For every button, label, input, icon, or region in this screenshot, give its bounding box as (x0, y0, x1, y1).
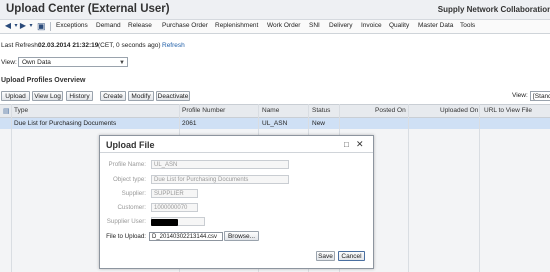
supplier-user-label: Supplier User: (106, 218, 146, 225)
col-profile-number[interactable]: Profile Number (182, 107, 225, 114)
dialog-title: Upload File (106, 140, 155, 150)
column-divider (408, 104, 409, 272)
save-icon[interactable]: ▣ (37, 22, 46, 31)
modify-button[interactable]: Modify (128, 91, 154, 101)
redaction-mark (151, 219, 178, 226)
last-refresh-label: Last Refresh: (1, 42, 40, 49)
profile-name-field: UL_ASN (151, 160, 289, 169)
menu-demand[interactable]: Demand (96, 22, 121, 29)
profile-name-label: Profile Name: (108, 161, 146, 168)
history-button[interactable]: History (66, 91, 93, 101)
menu-work-order[interactable]: Work Order (267, 22, 300, 29)
menu-dropdown-icon[interactable]: ▾ (27, 22, 35, 30)
view-select[interactable]: Own Data ▼ (18, 57, 128, 67)
table-header: ▤ Type Profile Number Name Status Posted… (0, 104, 550, 118)
column-divider (11, 104, 12, 272)
col-url[interactable]: URL to View File (484, 107, 532, 114)
close-icon[interactable]: ✕ (356, 140, 364, 149)
menu-delivery[interactable]: Delivery (329, 22, 352, 29)
last-refresh-value: 02.03.2014 21:32:19 (38, 42, 99, 49)
cell-status: New (312, 119, 326, 127)
col-posted-on[interactable]: Posted On (375, 107, 406, 114)
file-to-upload-field[interactable]: D_20140302213144.csv (149, 232, 223, 241)
upload-file-dialog: Upload File □ ✕ Profile Name: UL_ASN Obj… (99, 135, 374, 269)
customer-field: 1000000070 (151, 203, 198, 212)
supplier-field: SUPPLIER (151, 189, 198, 198)
upload-button[interactable]: Upload (1, 91, 30, 101)
col-type[interactable]: Type (14, 107, 28, 114)
col-name[interactable]: Name (262, 107, 279, 114)
view-label: View: (1, 59, 17, 66)
save-button[interactable]: Save (316, 251, 335, 261)
deactivate-button[interactable]: Deactivate (156, 91, 190, 101)
cell-type: Due List for Purchasing Documents (14, 119, 117, 127)
section-title: Upload Profiles Overview (1, 77, 86, 84)
col-status[interactable]: Status (312, 107, 330, 114)
cell-name: UL_ASN (262, 119, 288, 127)
cell-profile-number: 2061 (182, 119, 197, 127)
customer-label: Customer: (117, 204, 146, 211)
menu-separator (50, 22, 51, 31)
table-settings-icon[interactable]: ▤ (3, 107, 10, 115)
menu-purchase-order[interactable]: Purchase Order (162, 22, 208, 29)
menu-sni[interactable]: SNI (309, 22, 320, 29)
object-type-label: Object type: (112, 176, 146, 183)
brand-label: Supply Network Collaboration (437, 5, 550, 14)
refresh-link[interactable]: Refresh (162, 42, 185, 49)
table-view-select[interactable]: [Standard] (530, 91, 550, 101)
menu-tools[interactable]: Tools (460, 22, 475, 29)
maximize-icon[interactable]: □ (344, 140, 349, 149)
table-row[interactable]: Due List for Purchasing Documents 2061 U… (0, 118, 550, 129)
view-log-button[interactable]: View Log (32, 91, 63, 101)
menu-invoice[interactable]: Invoice (361, 22, 382, 29)
cancel-button[interactable]: Cancel (338, 251, 365, 261)
menu-master-data[interactable]: Master Data (418, 22, 453, 29)
col-uploaded-on[interactable]: Uploaded On (440, 107, 478, 114)
menu-exceptions[interactable]: Exceptions (56, 22, 88, 29)
window-title: Upload Center (External User) (6, 3, 170, 15)
supplier-label: Supplier: (121, 190, 146, 197)
menu-quality[interactable]: Quality (389, 22, 409, 29)
last-refresh-tz: (CET, 0 seconds ago) (98, 42, 161, 49)
view-select-value: Own Data (22, 59, 51, 66)
file-to-upload-label: File to Upload: (106, 233, 146, 240)
chevron-down-icon: ▼ (119, 60, 125, 66)
table-view-label: View: (512, 92, 528, 99)
browse-button[interactable]: Browse... (224, 231, 259, 241)
object-type-field: Due List for Purchasing Documents (151, 175, 289, 184)
menu-bar: ◀ ▾ ▶ ▾ ▣ Exceptions Demand Release Purc… (0, 20, 550, 34)
dialog-divider (100, 152, 373, 153)
back-arrow-icon[interactable]: ◀ (4, 22, 12, 30)
menu-replenishment[interactable]: Replenishment (215, 22, 258, 29)
create-button[interactable]: Create (100, 91, 126, 101)
forward-arrow-icon[interactable]: ▶ (19, 22, 27, 30)
title-bar: Upload Center (External User) Supply Net… (0, 0, 550, 20)
column-divider (479, 104, 480, 272)
menu-release[interactable]: Release (128, 22, 152, 29)
